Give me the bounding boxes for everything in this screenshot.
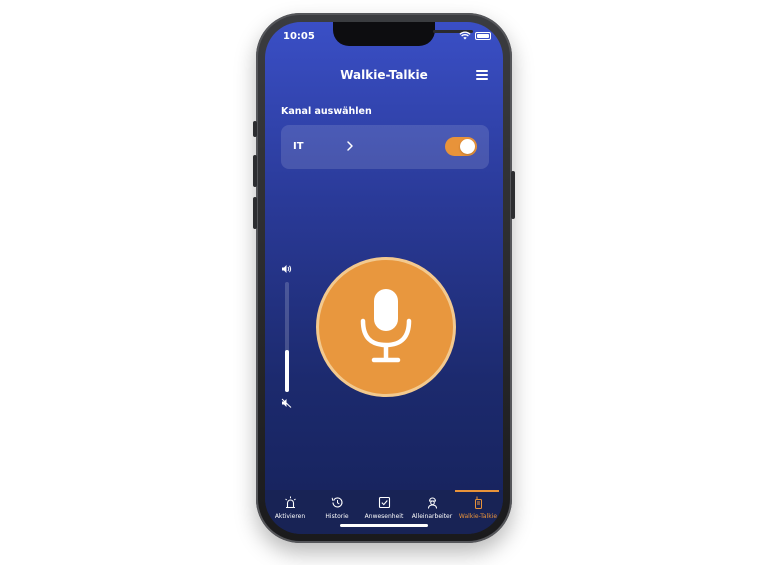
- alarm-icon: [284, 496, 296, 509]
- push-to-talk-button[interactable]: [316, 257, 456, 397]
- phone-frame: 10:05 Walkie-Talkie Kanal auswählen IT A…: [253, 13, 515, 543]
- channel-name: IT: [293, 141, 304, 152]
- volume-up-icon: [282, 265, 292, 273]
- tab-historie[interactable]: Historie: [315, 490, 359, 534]
- tab-aktivieren[interactable]: Aktivieren: [267, 490, 313, 534]
- tab-label: Alleinarbeiter: [411, 513, 453, 520]
- menu-icon[interactable]: [476, 70, 488, 80]
- microphone-icon: [360, 289, 412, 363]
- channel-selector[interactable]: IT: [281, 125, 489, 169]
- volume-up-side-button: [253, 155, 257, 187]
- chevron-right-icon: [347, 141, 353, 151]
- page-title: Walkie-Talkie: [340, 68, 428, 82]
- app-screen: 10:05 Walkie-Talkie Kanal auswählen IT A…: [265, 22, 503, 534]
- channel-section-label: Kanal auswählen: [281, 106, 372, 117]
- volume-level: [285, 350, 289, 392]
- tab-alleinarbeiter[interactable]: Alleinarbeiter: [409, 490, 455, 534]
- status-time: 10:05: [283, 31, 315, 42]
- worker-icon: [427, 497, 437, 509]
- walkie-talkie-icon: [474, 496, 482, 509]
- toggle-knob: [460, 139, 475, 154]
- tab-walkie-talkie[interactable]: Walkie-Talkie: [455, 490, 501, 534]
- volume-down-side-button: [253, 197, 257, 229]
- history-icon: [331, 497, 343, 508]
- volume-mute-icon: [281, 398, 292, 408]
- channel-toggle[interactable]: [445, 137, 477, 156]
- power-side-button: [511, 171, 515, 219]
- battery-icon: [475, 31, 491, 40]
- status-icons: [459, 31, 491, 40]
- wifi-icon: [459, 31, 471, 40]
- bottom-tab-bar: Aktivieren Historie Anwesenheit Alleinar…: [265, 490, 503, 534]
- tab-label: Historie: [325, 513, 349, 520]
- checkbox-icon: [378, 496, 390, 509]
- tab-label: Aktivieren: [274, 513, 306, 520]
- tab-anwesenheit[interactable]: Anwesenheit: [361, 490, 407, 534]
- tab-label: Walkie-Talkie: [458, 513, 498, 520]
- home-indicator: [340, 524, 428, 527]
- volume-slider[interactable]: [285, 282, 289, 392]
- mute-switch: [253, 121, 257, 137]
- tab-label: Anwesenheit: [364, 513, 404, 520]
- notch: [333, 22, 473, 46]
